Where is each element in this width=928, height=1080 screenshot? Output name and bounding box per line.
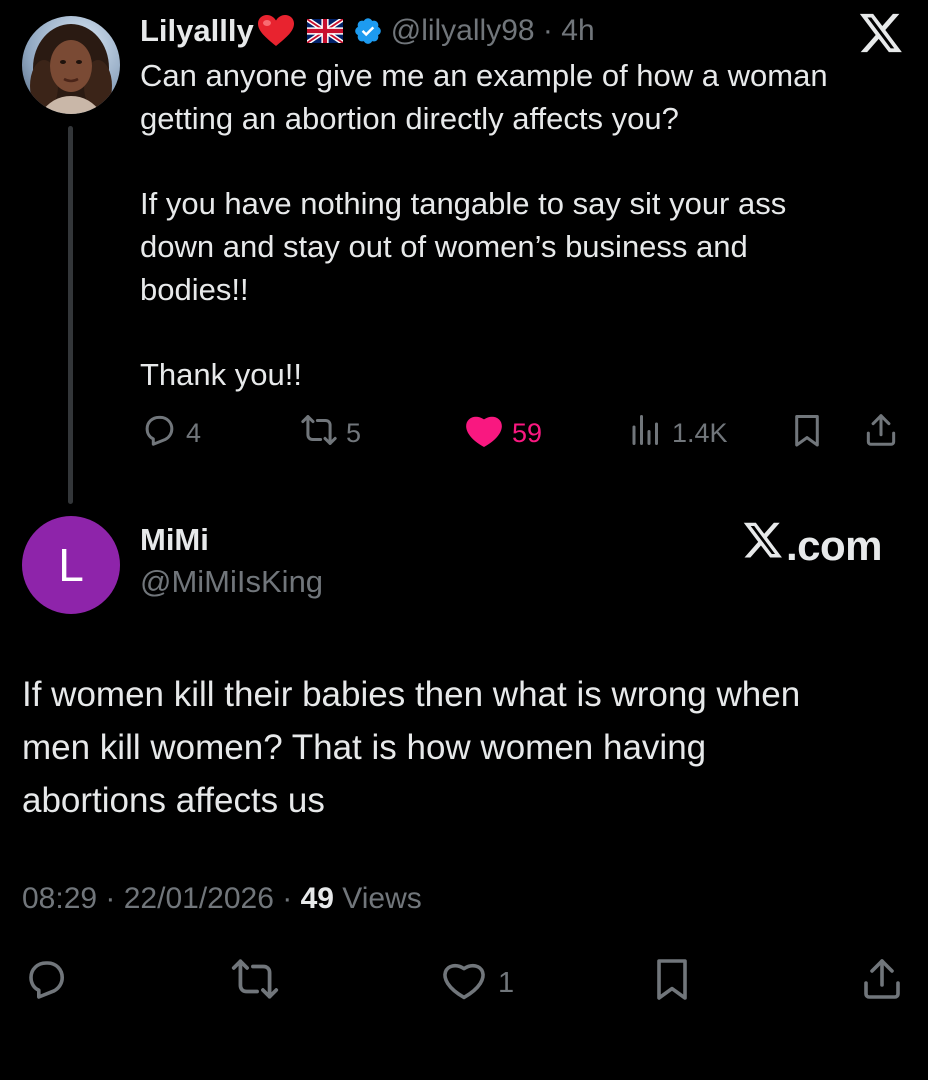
reply-text-line: If women kill their babies then what is … — [22, 675, 801, 714]
reply-button[interactable]: 4 — [140, 410, 201, 456]
repost-count: 5 — [346, 417, 362, 448]
bookmark-button[interactable] — [788, 410, 826, 456]
like-button[interactable]: 1 — [440, 955, 514, 1011]
like-count: 1 — [498, 966, 515, 999]
tweet-text-line: bodies!! — [140, 271, 249, 307]
share-button[interactable] — [862, 410, 900, 456]
avatar[interactable] — [22, 16, 120, 114]
views-label: Views — [342, 882, 422, 915]
verified-badge-icon[interactable] — [353, 16, 383, 46]
avatar-letter: L — [58, 539, 84, 591]
heart-filled-icon — [464, 411, 504, 456]
repost-button[interactable]: 5 — [300, 410, 361, 456]
views-number: 49 — [300, 882, 334, 915]
bookmark-icon — [788, 411, 826, 456]
reply-author-handle[interactable]: @MiMiIsKing — [140, 564, 323, 600]
share-icon — [858, 955, 906, 1011]
tweet-header: Lilyallly @lilyally98 · 4h — [140, 8, 595, 54]
analytics-bars-icon — [628, 412, 664, 455]
like-button[interactable]: 59 — [464, 410, 542, 456]
tweet-time[interactable]: 4h — [561, 14, 594, 47]
x-logo-icon — [742, 521, 786, 571]
views-count: 1.4K — [672, 417, 728, 448]
reply-icon — [140, 411, 178, 456]
tweet-timestamp[interactable]: 08:29 — [22, 882, 97, 915]
bookmark-button[interactable] — [648, 955, 696, 1011]
reply-text-line: abortions affects us — [22, 781, 325, 820]
tweet-meta: 08:29 · 22/01/2026 · 49 Views — [22, 882, 422, 915]
thread-connector-line — [68, 126, 73, 504]
x-com-watermark: .com — [742, 521, 883, 571]
tweet-text-line: Can anyone give me an example of how a w… — [140, 58, 828, 93]
avatar[interactable]: L — [22, 516, 120, 614]
like-count: 59 — [512, 417, 543, 448]
reply-button[interactable] — [22, 955, 70, 1011]
tweet-date[interactable]: 22/01/2026 — [124, 882, 274, 915]
share-icon — [862, 411, 900, 456]
tweet-text-line: down and stay out of women’s business an… — [140, 228, 748, 264]
heart-outline-icon — [440, 956, 488, 1010]
separator-dot: · — [542, 14, 553, 47]
x-logo-icon — [858, 12, 904, 56]
uk-flag-icon — [306, 19, 343, 43]
tweet-text-line: Thank you!! — [140, 356, 302, 392]
reply-count: 4 — [186, 417, 202, 448]
repost-icon — [230, 954, 280, 1012]
reply-author-display-name[interactable]: MiMi — [140, 522, 209, 558]
author-handle[interactable]: @lilyally98 — [391, 14, 535, 47]
red-heart-emoji-icon — [257, 14, 295, 48]
author-handle-and-time[interactable]: @lilyally98 · 4h — [391, 14, 595, 48]
reply-action-bar: 1 — [22, 955, 908, 1011]
tweet-text: Can anyone give me an example of how a w… — [140, 55, 910, 397]
tweet-action-bar: 4 5 59 1.4K — [140, 410, 910, 456]
views-button[interactable]: 1.4K — [628, 410, 728, 456]
author-display-name[interactable]: Lilyallly — [140, 13, 254, 49]
reply-text: If women kill their babies then what is … — [22, 668, 912, 827]
bookmark-icon — [648, 954, 696, 1012]
repost-icon — [300, 411, 338, 456]
tweet-text-line: getting an abortion directly affects you… — [140, 100, 679, 136]
watermark-text: .com — [785, 522, 883, 569]
repost-button[interactable] — [230, 955, 280, 1011]
share-button[interactable] — [858, 955, 906, 1011]
reply-text-line: men kill women? That is how women having — [22, 728, 707, 767]
tweet-text-line: If you have nothing tangable to say sit … — [140, 186, 787, 222]
reply-icon — [22, 955, 70, 1011]
